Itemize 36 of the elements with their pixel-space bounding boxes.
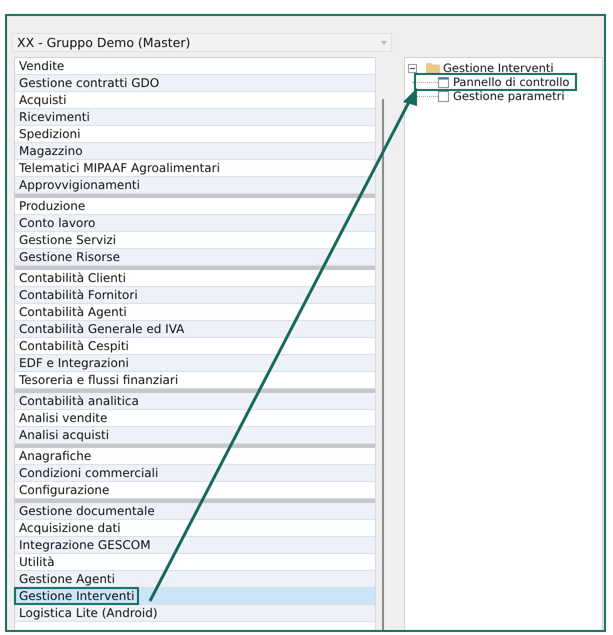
- module-list-item[interactable]: Logistica Lite (Android): [15, 605, 375, 622]
- module-list-item[interactable]: Configurazione: [15, 482, 375, 499]
- module-list-item[interactable]: Vendite: [15, 58, 375, 75]
- module-list-item[interactable]: Utilità: [15, 554, 375, 571]
- tree-item[interactable]: Gestione parametri: [453, 89, 565, 103]
- module-list-item[interactable]: Gestione documentale: [15, 503, 375, 520]
- module-list-item[interactable]: Acquisti: [15, 92, 375, 109]
- module-list-item[interactable]: EDF e Integrazioni: [15, 355, 375, 372]
- module-list-item[interactable]: Telematici MIPAAF Agroalimentari: [15, 160, 375, 177]
- module-list-item[interactable]: Integrazione GESCOM: [15, 537, 375, 554]
- module-list-item[interactable]: Spedizioni: [15, 126, 375, 143]
- company-dropdown[interactable]: XX - Gruppo Demo (Master): [12, 33, 392, 52]
- module-list-item[interactable]: Gestione Agenti: [15, 571, 375, 588]
- module-list-item[interactable]: Approvvigionamenti: [15, 177, 375, 194]
- module-list-item[interactable]: Gestione Servizi: [15, 232, 375, 249]
- module-list-item[interactable]: Magazzino: [15, 143, 375, 160]
- module-list-item[interactable]: Produzione: [15, 198, 375, 215]
- module-list-item[interactable]: Acquisizione dati: [15, 520, 375, 537]
- module-list-item[interactable]: Contabilità Generale ed IVA: [15, 321, 375, 338]
- module-list-item[interactable]: Tesoreria e flussi finanziari: [15, 372, 375, 389]
- module-list-item[interactable]: Gestione Risorse: [15, 249, 375, 266]
- module-list-item[interactable]: Anagrafiche: [15, 448, 375, 465]
- module-list-item[interactable]: Contabilità Clienti: [15, 270, 375, 287]
- module-list-item[interactable]: Analisi acquisti: [15, 427, 375, 444]
- module-list-item[interactable]: Contabilità Agenti: [15, 304, 375, 321]
- module-list-item[interactable]: Contabilità analitica: [15, 393, 375, 410]
- module-list-item[interactable]: Gestione contratti GDO: [15, 75, 375, 92]
- tree-item[interactable]: Pannello di controllo: [453, 75, 570, 89]
- module-list-item[interactable]: Conto lavoro: [15, 215, 375, 232]
- tree-item[interactable]: Gestione Interventi: [443, 61, 554, 75]
- module-list-item[interactable]: Analisi vendite: [15, 410, 375, 427]
- module-list-item[interactable]: Ricevimenti: [15, 109, 375, 126]
- module-list-item[interactable]: Condizioni commerciali: [15, 465, 375, 482]
- module-list-item[interactable]: Contabilità Cespiti: [15, 338, 375, 355]
- module-list-item[interactable]: Gestione Interventi: [15, 588, 375, 605]
- module-list-item[interactable]: Contabilità Fornitori: [15, 287, 375, 304]
